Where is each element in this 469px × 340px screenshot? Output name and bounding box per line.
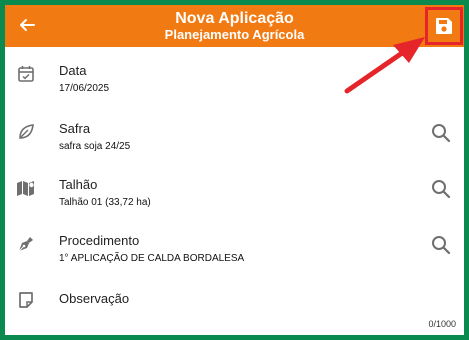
search-talhao-button[interactable]	[429, 177, 453, 201]
field-label: Procedimento	[59, 233, 140, 248]
field-value: safra soja 24/25	[59, 141, 131, 152]
save-button[interactable]	[425, 7, 463, 45]
search-icon	[432, 124, 451, 143]
field-label: Data	[59, 63, 87, 78]
sticky-note-icon	[15, 289, 37, 311]
field-row-observacao[interactable]: Observação	[5, 283, 464, 335]
field-label: Safra	[59, 121, 91, 136]
search-icon	[432, 180, 451, 199]
search-safra-button[interactable]	[429, 121, 453, 145]
app-frame: Nova Aplicação Planejamento Agrícola Dat…	[0, 0, 469, 340]
field-row-talhao[interactable]: Talhão Talhão 01 (33,72 ha)	[5, 171, 464, 227]
app-header: Nova Aplicação Planejamento Agrícola	[5, 5, 464, 47]
map-icon	[15, 177, 37, 199]
floppy-disk-icon	[436, 18, 452, 34]
arrow-left-icon	[20, 19, 35, 31]
leaf-icon	[15, 121, 37, 143]
field-row-data[interactable]: Data 17/06/2025	[5, 57, 464, 113]
page-title: Nova Aplicação	[175, 10, 294, 27]
search-icon	[432, 236, 451, 255]
field-label: Talhão	[59, 177, 98, 192]
field-value: 17/06/2025	[59, 83, 110, 94]
field-row-safra[interactable]: Safra safra soja 24/25	[5, 115, 464, 171]
page-subtitle: Planejamento Agrícola	[164, 27, 305, 42]
search-procedimento-button[interactable]	[429, 233, 453, 257]
calendar-check-icon	[15, 63, 37, 85]
character-counter: 0/1000	[428, 319, 456, 329]
field-value: 1° APLICAÇÃO DE CALDA BORDALESA	[59, 253, 245, 264]
field-value: Talhão 01 (33,72 ha)	[59, 197, 151, 208]
back-button[interactable]	[13, 11, 41, 39]
field-row-procedimento[interactable]: Procedimento 1° APLICAÇÃO DE CALDA BORDA…	[5, 227, 464, 283]
field-label: Observação	[59, 291, 130, 306]
pen-nib-icon	[15, 233, 37, 255]
